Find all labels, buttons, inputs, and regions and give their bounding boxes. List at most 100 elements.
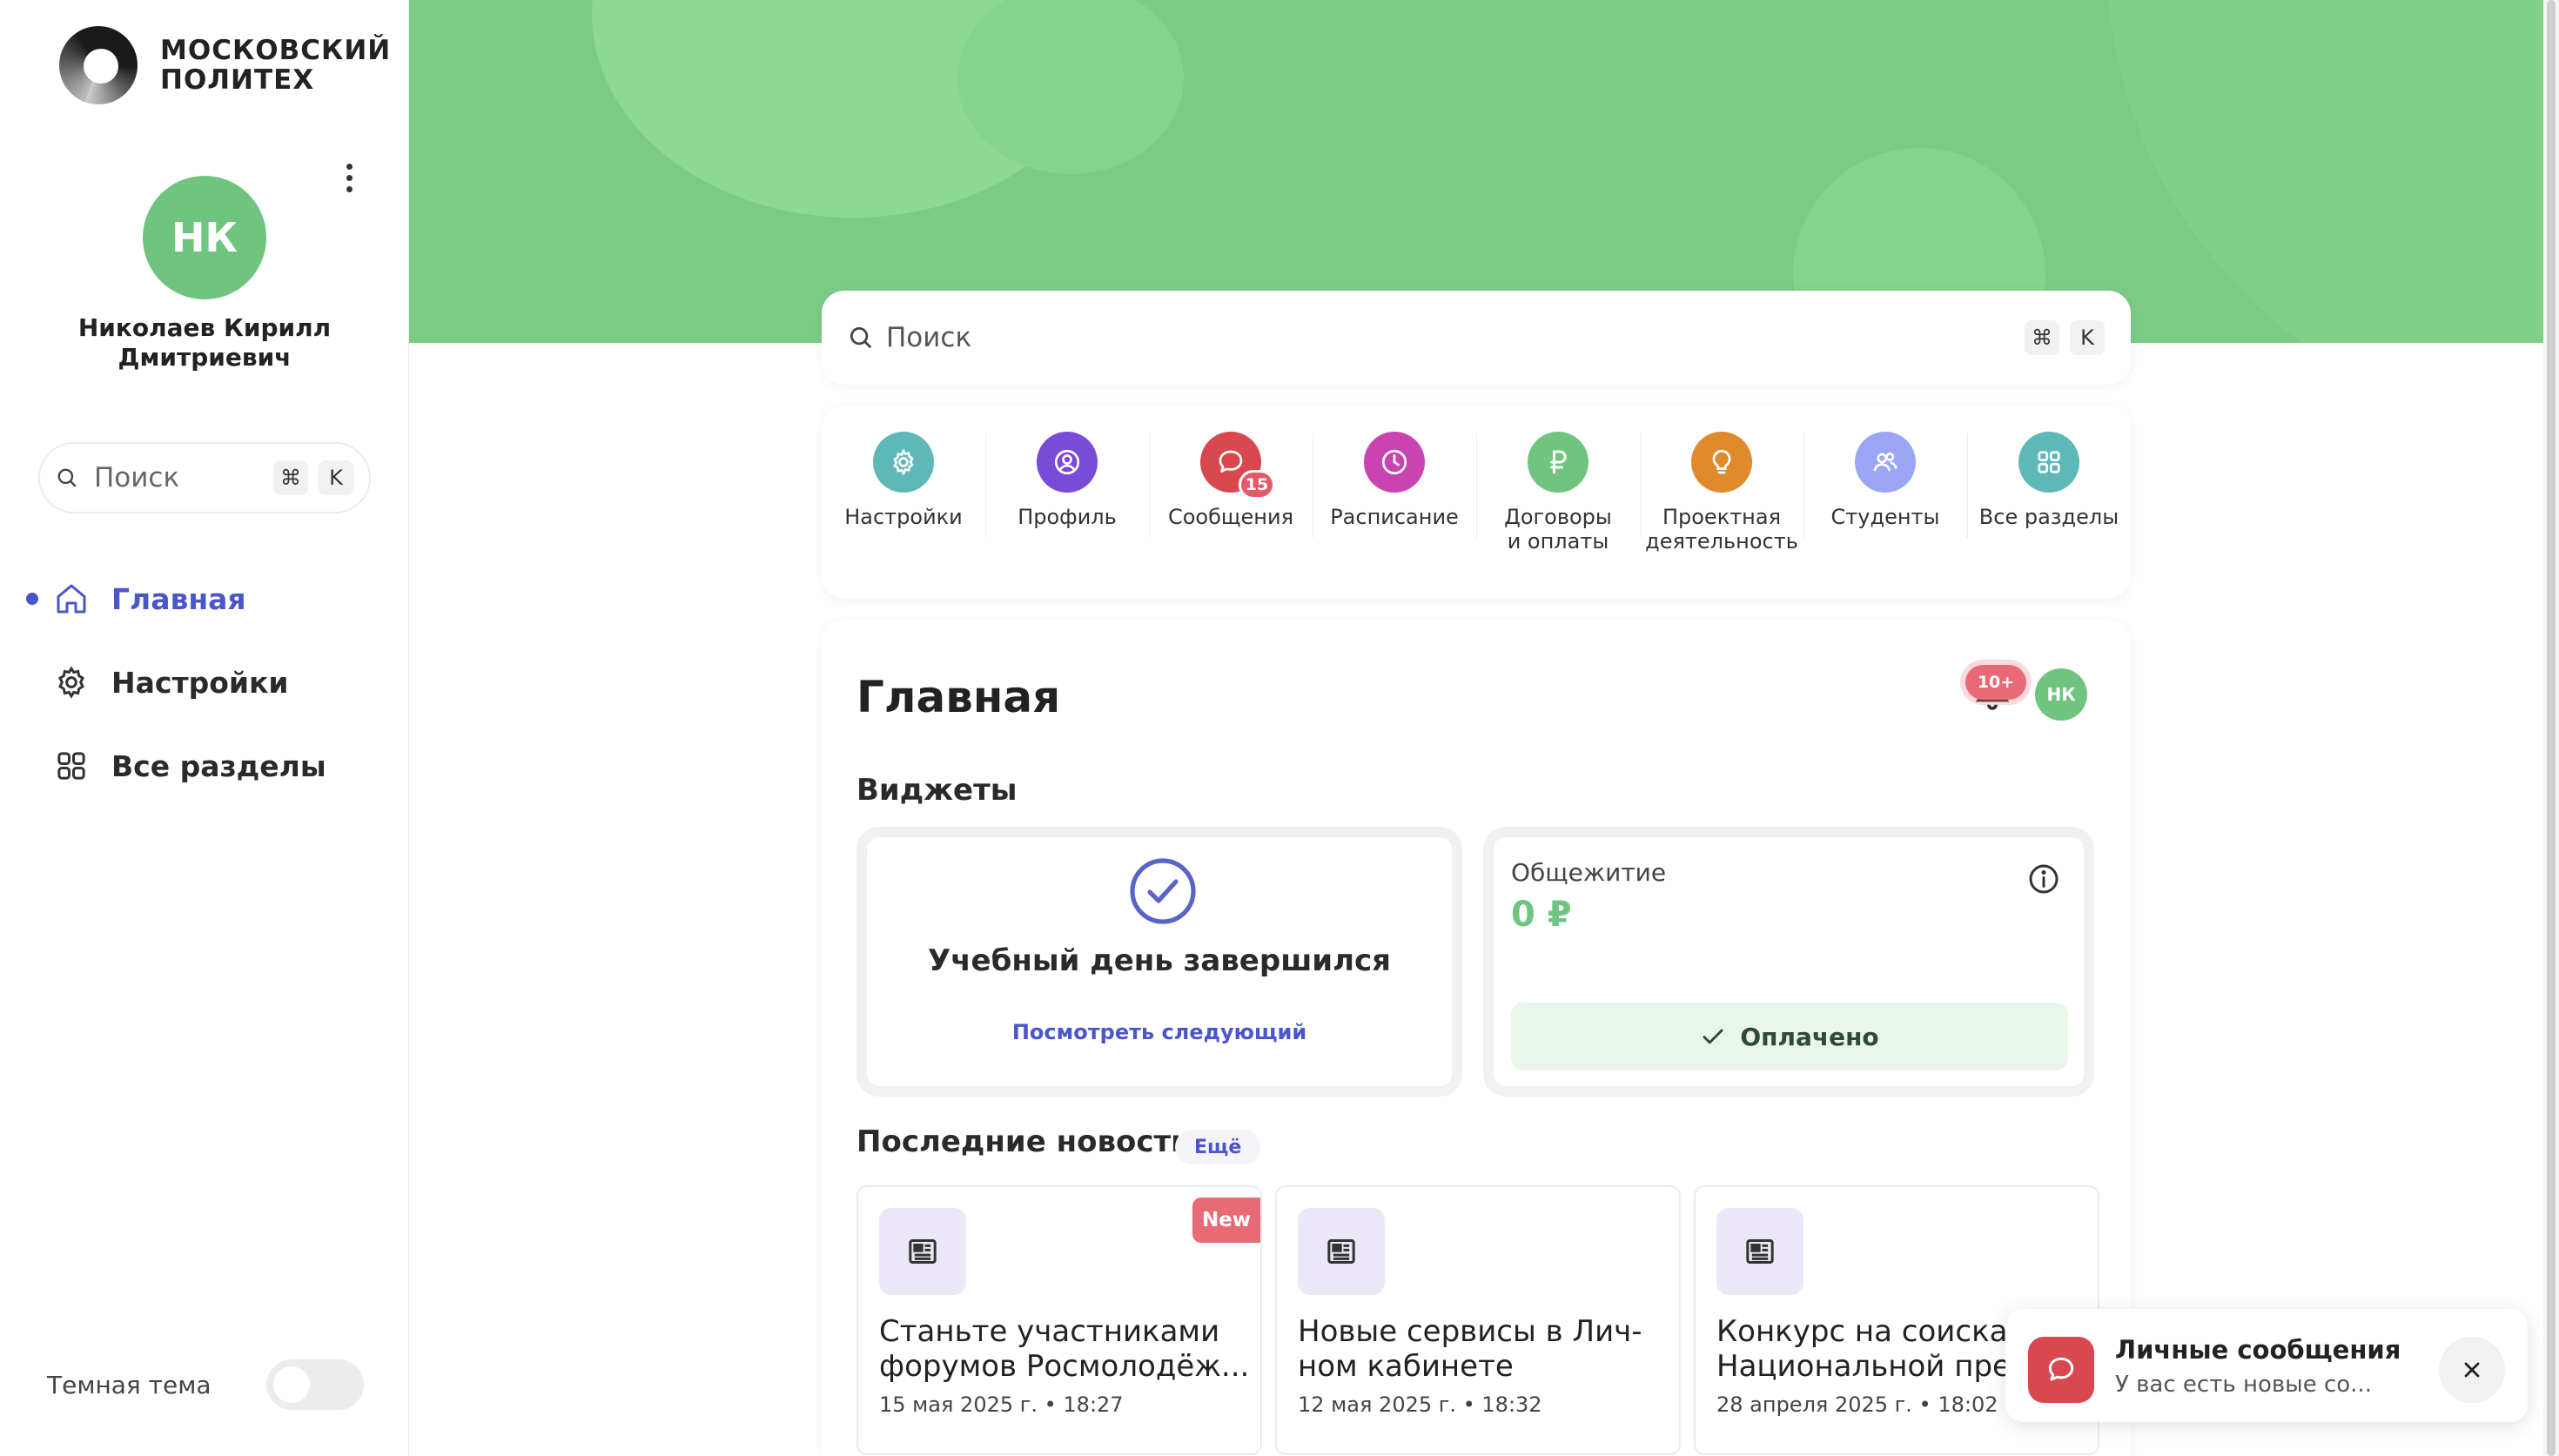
sidebar-item-home[interactable]: Главная [0,557,409,641]
sidebar-item-label: Все разделы [111,748,326,783]
chat-icon: 15 [1200,432,1275,500]
quick-link-label-line-2: деятельность [1645,529,1798,554]
kebab-dot-icon [346,163,353,170]
user-name-line-2: Дмитриевич [118,343,292,372]
news-title-line-2: ном кабинете [1298,1349,1514,1384]
dark-theme-toggle[interactable] [266,1359,364,1410]
view-next-link[interactable]: Посмотреть следующий [867,1020,1452,1044]
dark-theme-label: Темная тема [47,1370,212,1399]
quick-link-label: Настройки [844,505,963,529]
quick-link-settings[interactable]: Настройки [822,406,985,599]
main-search-input[interactable]: Поиск ⌘ K [822,291,2131,385]
widgets-section-title: Виджеты [856,773,1018,808]
dormitory-amount: 0 ₽ [1511,895,1572,935]
logo-line-1: МОСКОВСКИЙ [160,35,392,66]
info-icon[interactable] [2026,862,2061,896]
news-title-line-1: Новые сервисы в Лич- [1298,1314,1642,1349]
news-date: 12 мая 2025 г. • 18:32 [1298,1392,1542,1417]
profile-menu-button[interactable] [336,160,362,195]
ruble-icon [1528,432,1588,493]
active-indicator [26,593,38,605]
messages-count-badge: 15 [1239,470,1275,500]
sidebar-nav: Главная Настройки Все разделы [0,557,409,808]
quick-link-label: Профиль [1018,505,1117,529]
quick-link-projects[interactable]: Проектная деятельность [1640,406,1803,599]
gear-icon [58,666,84,699]
quick-link-label: Проектная деятельность [1645,505,1798,554]
close-icon [2464,1362,2480,1378]
page-scrollbar[interactable] [2543,0,2559,1456]
notifications-count-badge: 10+ [1965,665,2026,700]
quick-link-students[interactable]: Студенты [1803,406,1967,599]
banner-decoration [2106,0,2543,343]
clock-icon [1364,432,1425,493]
shortcut-k-key: K [319,460,353,495]
quick-link-messages[interactable]: 15 Сообщения [1149,406,1313,599]
main-content: Главная 10+ НК Виджеты Учебный день заве… [822,620,2131,1456]
dormitory-widget: Общежитие 0 ₽ Оплачено [1483,827,2094,1097]
paid-status-label: Оплачено [1740,1022,1879,1051]
newspaper-icon [1716,1208,1803,1295]
dormitory-title: Общежитие [1511,858,1667,887]
logo-line-2: ПОЛИТЕХ [160,64,315,96]
quick-link-label: Студенты [1830,505,1940,529]
kebab-dot-icon [346,185,353,192]
news-more-button[interactable]: Ещё [1175,1130,1261,1164]
main-search-placeholder: Поиск [886,322,972,353]
sidebar: МОСКОВСКИЙ ПОЛИТЕХ НК Николаев Кирилл Дм… [0,0,409,1456]
quick-link-label-line-2: и оплаты [1507,529,1609,554]
users-icon [1855,432,1916,493]
news-card[interactable]: New Станьте участниками форумов Росмолод… [856,1185,1262,1455]
quick-link-all-sections[interactable]: Все разделы [1967,406,2131,599]
search-icon [850,327,872,349]
quick-link-label: Договоры и оплаты [1504,505,1612,554]
sidebar-item-label: Настройки [111,665,289,700]
lightbulb-icon [1691,432,1752,493]
logo-text: МОСКОВСКИЙ ПОЛИТЕХ [160,36,391,95]
avatar[interactable]: НК [143,176,266,299]
user-name: Николаев Кирилл Дмитриевич [52,313,357,372]
quick-link-contracts[interactable]: Договоры и оплаты [1476,406,1640,599]
user-name-line-1: Николаев Кирилл [77,313,332,342]
grid-icon [2018,432,2079,493]
quick-links: Настройки Профиль 15 Сообщения Расписани… [822,406,2131,599]
news-section-title: Последние новости [856,1124,1192,1159]
shortcut-cmd-key: ⌘ [273,460,308,495]
news-title: Новые сервисы в Лич- ном кабинете [1298,1314,1672,1384]
paid-status: Оплачено [1511,1003,2068,1070]
quick-link-profile[interactable]: Профиль [985,406,1149,599]
logo[interactable]: МОСКОВСКИЙ ПОЛИТЕХ [59,26,391,104]
toast-title: Личные сообщения [2115,1335,2401,1365]
sidebar-search-placeholder: Поиск [94,462,180,493]
schedule-status-text: Учебный день завершился [927,943,1392,978]
messages-toast[interactable]: Личные сообщения У вас есть новые со... [2005,1309,2528,1422]
user-circle-icon [1037,432,1098,493]
close-toast-button[interactable] [2439,1337,2505,1403]
quick-link-schedule[interactable]: Расписание [1313,406,1476,599]
shortcut-cmd-key: ⌘ [2025,320,2059,355]
news-date: 28 апреля 2025 г. • 18:02 [1716,1392,1998,1417]
news-card[interactable]: Новые сервисы в Лич- ном кабинете 12 мая… [1275,1185,1681,1455]
sidebar-item-all-sections[interactable]: Все разделы [0,724,409,808]
check-circle-icon [1130,858,1196,924]
kebab-dot-icon [346,174,353,181]
news-title-line-2: форумов Росмолодёж... [879,1349,1250,1384]
check-icon [1703,1029,1723,1044]
shortcut-k-key: K [2070,320,2105,355]
quick-link-label-line-1: Проектная [1662,505,1782,529]
home-icon [57,584,86,614]
chat-icon [2028,1337,2094,1403]
avatar[interactable]: НК [2035,668,2087,721]
new-badge: New [1192,1198,1260,1243]
grid-icon [57,752,85,780]
toast-text: У вас есть новые со... [2115,1372,2372,1398]
newspaper-icon [879,1208,966,1295]
sidebar-item-settings[interactable]: Настройки [0,641,409,724]
schedule-widget: Учебный день завершился Посмотреть следу… [856,827,1462,1097]
logo-mark-icon [59,26,138,104]
quick-link-label-line-1: Договоры [1504,505,1612,529]
newspaper-icon [1298,1208,1385,1295]
sidebar-search-input[interactable]: Поиск ⌘ K [38,442,371,513]
dark-theme-row: Темная тема [47,1359,364,1410]
quick-link-label: Все разделы [1978,505,2119,529]
